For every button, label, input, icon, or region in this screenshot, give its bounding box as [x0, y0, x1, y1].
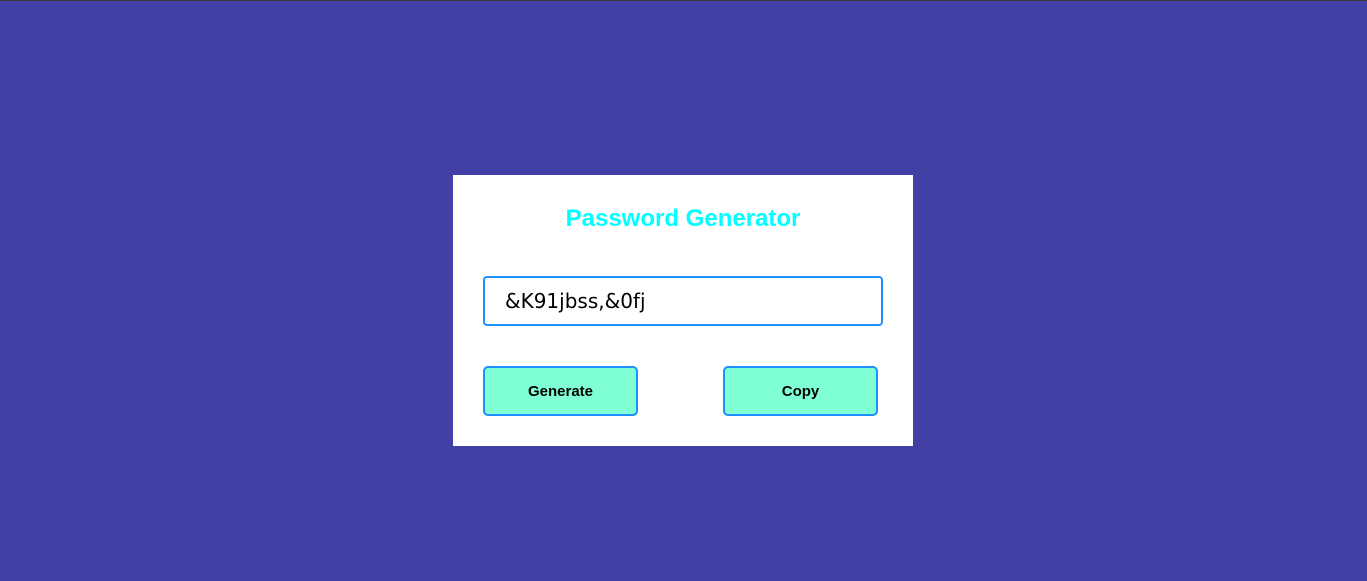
generate-button[interactable]: Generate — [483, 366, 638, 416]
copy-button[interactable]: Copy — [723, 366, 878, 416]
window-top-border — [0, 0, 1367, 1]
card-title: Password Generator — [565, 205, 801, 232]
password-generator-card: Password Generator Generate Copy — [453, 175, 913, 446]
password-output-field[interactable] — [483, 276, 883, 326]
